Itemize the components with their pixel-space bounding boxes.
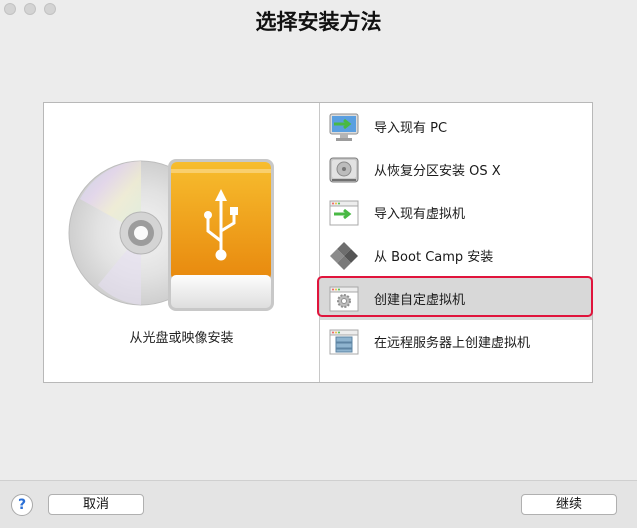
window-title: 选择安装方法 xyxy=(255,10,382,34)
option-remote-server-vm[interactable]: 在远程服务器上创建虚拟机 xyxy=(320,320,592,363)
option-label: 从恢复分区安装 OS X xyxy=(374,164,501,179)
help-button[interactable]: ? xyxy=(11,494,33,516)
option-install-recovery[interactable]: 从恢复分区安装 OS X xyxy=(320,148,592,191)
pc-monitor-import-icon xyxy=(329,113,359,141)
option-label: 导入现有 PC xyxy=(374,121,448,136)
disc-usb-icon xyxy=(68,159,274,311)
install-method-panel: 从光盘或映像安装 导入现有 PC 从恢复分区安装 OS X 导入现有虚拟机 从 … xyxy=(43,102,593,383)
option-create-custom-vm[interactable]: 创建自定虚拟机 xyxy=(320,277,592,320)
window-import-icon xyxy=(329,200,359,225)
option-import-pc[interactable]: 导入现有 PC xyxy=(320,105,592,148)
option-import-vm[interactable]: 导入现有虚拟机 xyxy=(320,191,592,234)
boot-camp-diamond-icon xyxy=(330,241,358,270)
option-label: 在远程服务器上创建虚拟机 xyxy=(374,336,531,351)
install-options-list: 导入现有 PC 从恢复分区安装 OS X 导入现有虚拟机 从 Boot Camp… xyxy=(320,103,592,382)
option-label: 导入现有虚拟机 xyxy=(374,207,466,222)
gear-window-icon xyxy=(329,286,359,311)
option-boot-camp[interactable]: 从 Boot Camp 安装 xyxy=(320,234,592,277)
option-label: 创建自定虚拟机 xyxy=(374,293,466,308)
cancel-button[interactable]: 取消 xyxy=(48,494,144,515)
option-label: 从 Boot Camp 安装 xyxy=(374,250,494,265)
install-from-disc-label: 从光盘或映像安装 xyxy=(129,331,234,346)
install-from-disc-option[interactable]: 从光盘或映像安装 xyxy=(44,103,320,382)
hard-disk-icon xyxy=(329,157,359,182)
server-window-icon xyxy=(329,329,359,354)
continue-button[interactable]: 继续 xyxy=(521,494,617,515)
